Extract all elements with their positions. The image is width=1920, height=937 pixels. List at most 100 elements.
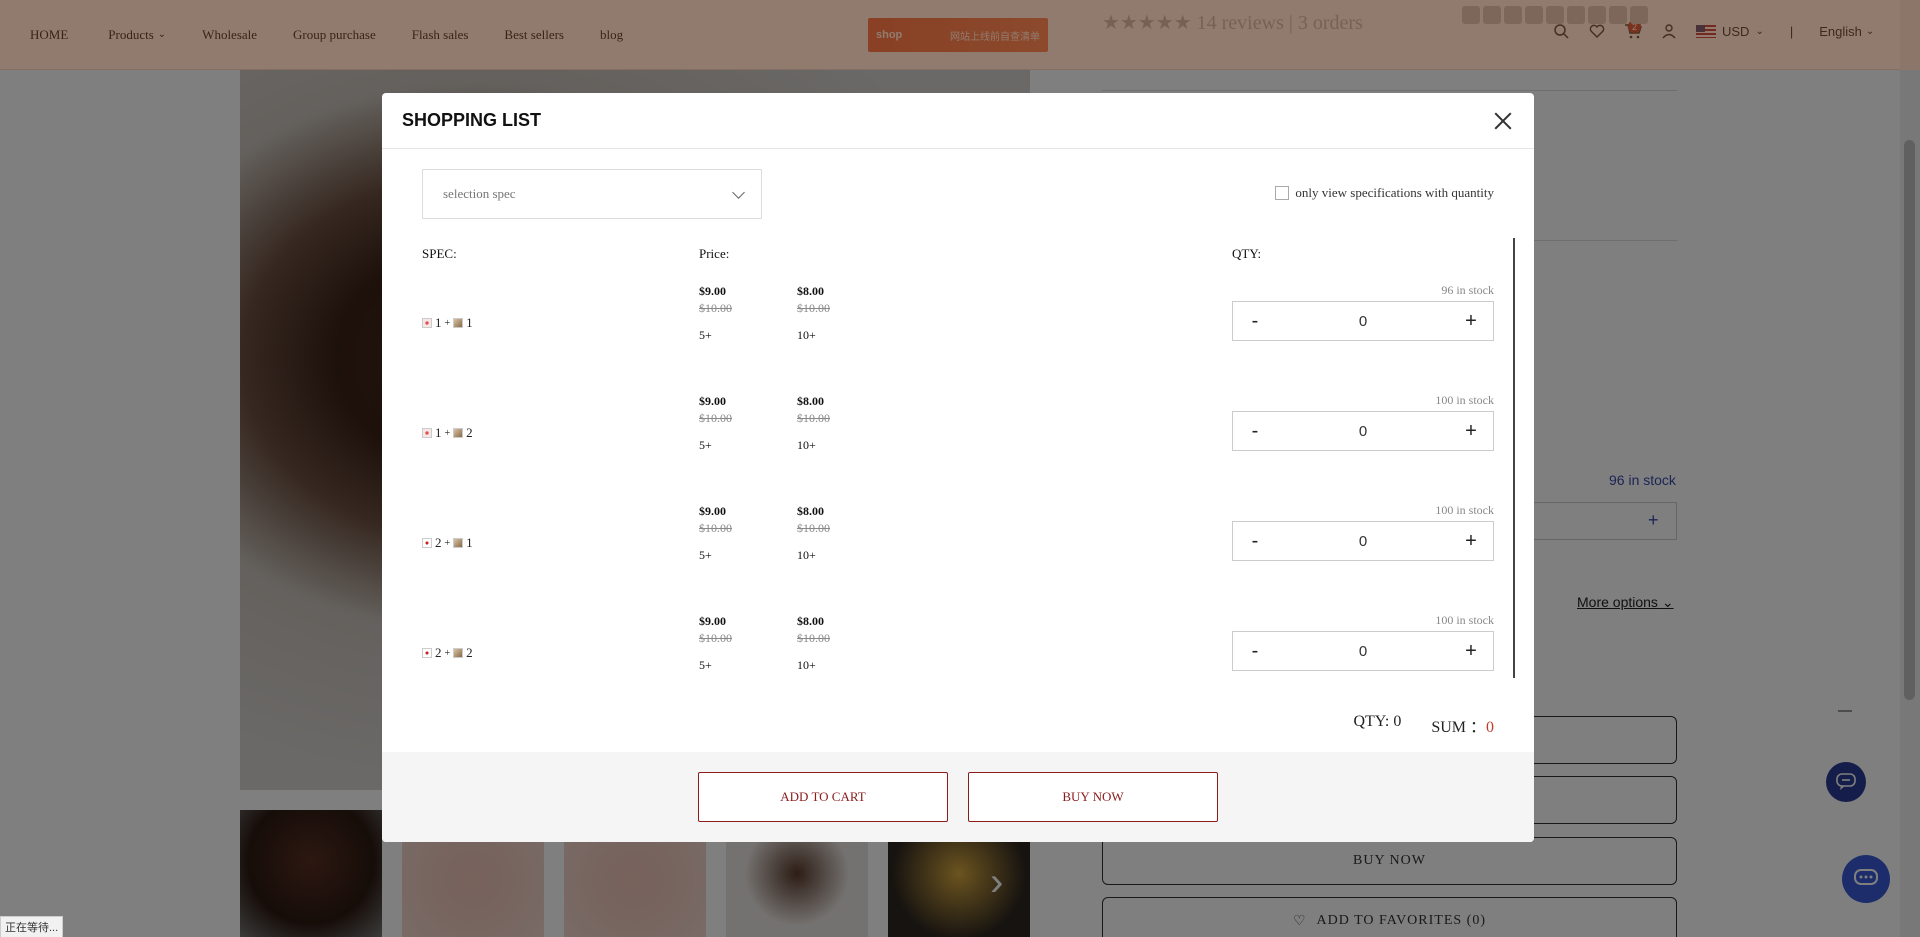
price-column-header: Price: bbox=[699, 246, 730, 261]
tier-original-price: $10.00 bbox=[797, 410, 830, 425]
shopping-list-modal: SHOPPING LIST selection spec only view s… bbox=[382, 93, 1534, 842]
tier-original-price: $10.00 bbox=[797, 520, 830, 535]
decrement-button[interactable]: - bbox=[1245, 420, 1265, 443]
spec-swatch-icon bbox=[453, 318, 464, 328]
price-tier: $9.00 $10.00 5+ bbox=[699, 283, 732, 343]
add-to-cart-button[interactable]: ADD TO CART bbox=[698, 772, 948, 822]
modal-footer: ADD TO CART BUY NOW bbox=[382, 752, 1534, 842]
spec-value: 1 bbox=[435, 425, 442, 440]
spec-cell: 2 +1 bbox=[422, 535, 473, 551]
stock-label: 96 in stock bbox=[1441, 283, 1494, 297]
only-view-filter[interactable]: only view specifications with quantity bbox=[1275, 185, 1494, 201]
tier-price: $8.00 bbox=[797, 394, 824, 408]
price-tier: $9.00 $10.00 5+ bbox=[699, 613, 732, 673]
price-tier: $8.00 $10.00 10+ bbox=[797, 283, 830, 343]
spec-value: 1 bbox=[466, 315, 473, 330]
tier-price: $8.00 bbox=[797, 284, 824, 298]
spec-row: 2 +2 $9.00 $10.00 5+ $8.00 $10.00 10+ 100 in … bbox=[422, 613, 1494, 723]
quantity-input[interactable]: 0 bbox=[1359, 423, 1367, 440]
list-scrollbar[interactable] bbox=[1513, 238, 1515, 678]
price-tier: $8.00 $10.00 10+ bbox=[797, 613, 830, 673]
tier-min-qty: 5+ bbox=[699, 327, 712, 342]
increment-button[interactable]: + bbox=[1461, 530, 1481, 553]
tier-price: $9.00 bbox=[699, 284, 726, 298]
spec-select[interactable]: selection spec bbox=[422, 169, 762, 219]
spec-swatch-icon bbox=[453, 648, 464, 658]
quantity-stepper: - 0 + bbox=[1232, 521, 1494, 561]
decrement-button[interactable]: - bbox=[1245, 640, 1265, 663]
increment-button[interactable]: + bbox=[1461, 420, 1481, 443]
spec-plus: + bbox=[444, 537, 451, 549]
spec-swatch-icon bbox=[422, 538, 432, 548]
sum-label: SUM ： bbox=[1431, 719, 1486, 736]
spec-value: 1 bbox=[466, 535, 473, 550]
chevron-down-icon bbox=[732, 185, 745, 199]
tier-min-qty: 10+ bbox=[797, 547, 816, 562]
price-tier: $9.00 $10.00 5+ bbox=[699, 503, 732, 563]
decrement-button[interactable]: - bbox=[1245, 310, 1265, 333]
spec-swatch-icon bbox=[422, 648, 432, 658]
spec-column-header: SPEC: bbox=[422, 246, 457, 261]
quantity-input[interactable]: 0 bbox=[1359, 313, 1367, 330]
tier-min-qty: 10+ bbox=[797, 657, 816, 672]
spec-row: 1 +1 $9.00 $10.00 5+ $8.00 $10.00 10+ 96 in s… bbox=[422, 283, 1494, 393]
only-view-checkbox[interactable] bbox=[1275, 186, 1290, 200]
spec-value: 1 bbox=[435, 315, 442, 330]
spec-cell: 1 +2 bbox=[422, 425, 473, 441]
tier-min-qty: 5+ bbox=[699, 657, 712, 672]
tier-min-qty: 10+ bbox=[797, 437, 816, 452]
spec-swatch-icon bbox=[453, 538, 464, 548]
spec-swatch-icon bbox=[422, 318, 432, 328]
tier-min-qty: 10+ bbox=[797, 327, 816, 342]
tier-price: $9.00 bbox=[699, 614, 726, 628]
browser-status-bar: 正在等待... bbox=[0, 916, 64, 937]
spec-value: 2 bbox=[435, 535, 442, 550]
stock-label: 100 in stock bbox=[1435, 613, 1494, 627]
spec-value: 2 bbox=[466, 645, 473, 660]
tier-original-price: $10.00 bbox=[797, 300, 830, 315]
spec-list: 1 +1 $9.00 $10.00 5+ $8.00 $10.00 10+ 96 in s… bbox=[422, 283, 1494, 723]
qty-column-header: QTY: bbox=[1232, 246, 1262, 261]
quantity-stepper: - 0 + bbox=[1232, 411, 1494, 451]
spec-swatch-icon bbox=[453, 428, 464, 438]
spec-value: 2 bbox=[466, 425, 473, 440]
tier-original-price: $10.00 bbox=[797, 630, 830, 645]
price-tier: $8.00 $10.00 10+ bbox=[797, 503, 830, 563]
spec-plus: + bbox=[444, 317, 451, 329]
spec-cell: 2 +2 bbox=[422, 645, 473, 661]
summary-qty: QTY: 0 bbox=[1353, 713, 1402, 730]
increment-button[interactable]: + bbox=[1461, 310, 1481, 333]
quantity-stepper: - 0 + bbox=[1232, 301, 1494, 341]
spec-swatch-icon bbox=[422, 428, 432, 438]
close-icon[interactable] bbox=[1492, 110, 1514, 132]
summary-sum: SUM ：0 bbox=[1431, 713, 1494, 737]
tier-original-price: $10.00 bbox=[699, 410, 732, 425]
tier-min-qty: 5+ bbox=[699, 547, 712, 562]
tier-min-qty: 5+ bbox=[699, 437, 712, 452]
tier-original-price: $10.00 bbox=[699, 630, 732, 645]
price-tier: $9.00 $10.00 5+ bbox=[699, 393, 732, 453]
spec-cell: 1 +1 bbox=[422, 315, 473, 331]
quantity-input[interactable]: 0 bbox=[1359, 533, 1367, 550]
modal-header: SHOPPING LIST bbox=[382, 93, 1534, 149]
tier-price: $8.00 bbox=[797, 504, 824, 518]
page: HOME Products⌄ Wholesale Group purchase … bbox=[0, 0, 1920, 937]
spec-plus: + bbox=[444, 647, 451, 659]
tier-price: $9.00 bbox=[699, 394, 726, 408]
price-tier: $8.00 $10.00 10+ bbox=[797, 393, 830, 453]
increment-button[interactable]: + bbox=[1461, 640, 1481, 663]
only-view-label: only view specifications with quantity bbox=[1295, 185, 1494, 200]
order-summary: QTY: 0 SUM ：0 bbox=[1353, 713, 1494, 737]
stock-label: 100 in stock bbox=[1435, 393, 1494, 407]
decrement-button[interactable]: - bbox=[1245, 530, 1265, 553]
tier-price: $8.00 bbox=[797, 614, 824, 628]
stock-label: 100 in stock bbox=[1435, 503, 1494, 517]
spec-row: 1 +2 $9.00 $10.00 5+ $8.00 $10.00 10+ 100 in … bbox=[422, 393, 1494, 503]
tier-original-price: $10.00 bbox=[699, 300, 732, 315]
tier-original-price: $10.00 bbox=[699, 520, 732, 535]
buy-now-button[interactable]: BUY NOW bbox=[968, 772, 1218, 822]
spec-select-placeholder: selection spec bbox=[443, 186, 516, 201]
quantity-input[interactable]: 0 bbox=[1359, 643, 1367, 660]
spec-row: 2 +1 $9.00 $10.00 5+ $8.00 $10.00 10+ 100 in … bbox=[422, 503, 1494, 613]
nav-tint bbox=[0, 0, 1920, 70]
